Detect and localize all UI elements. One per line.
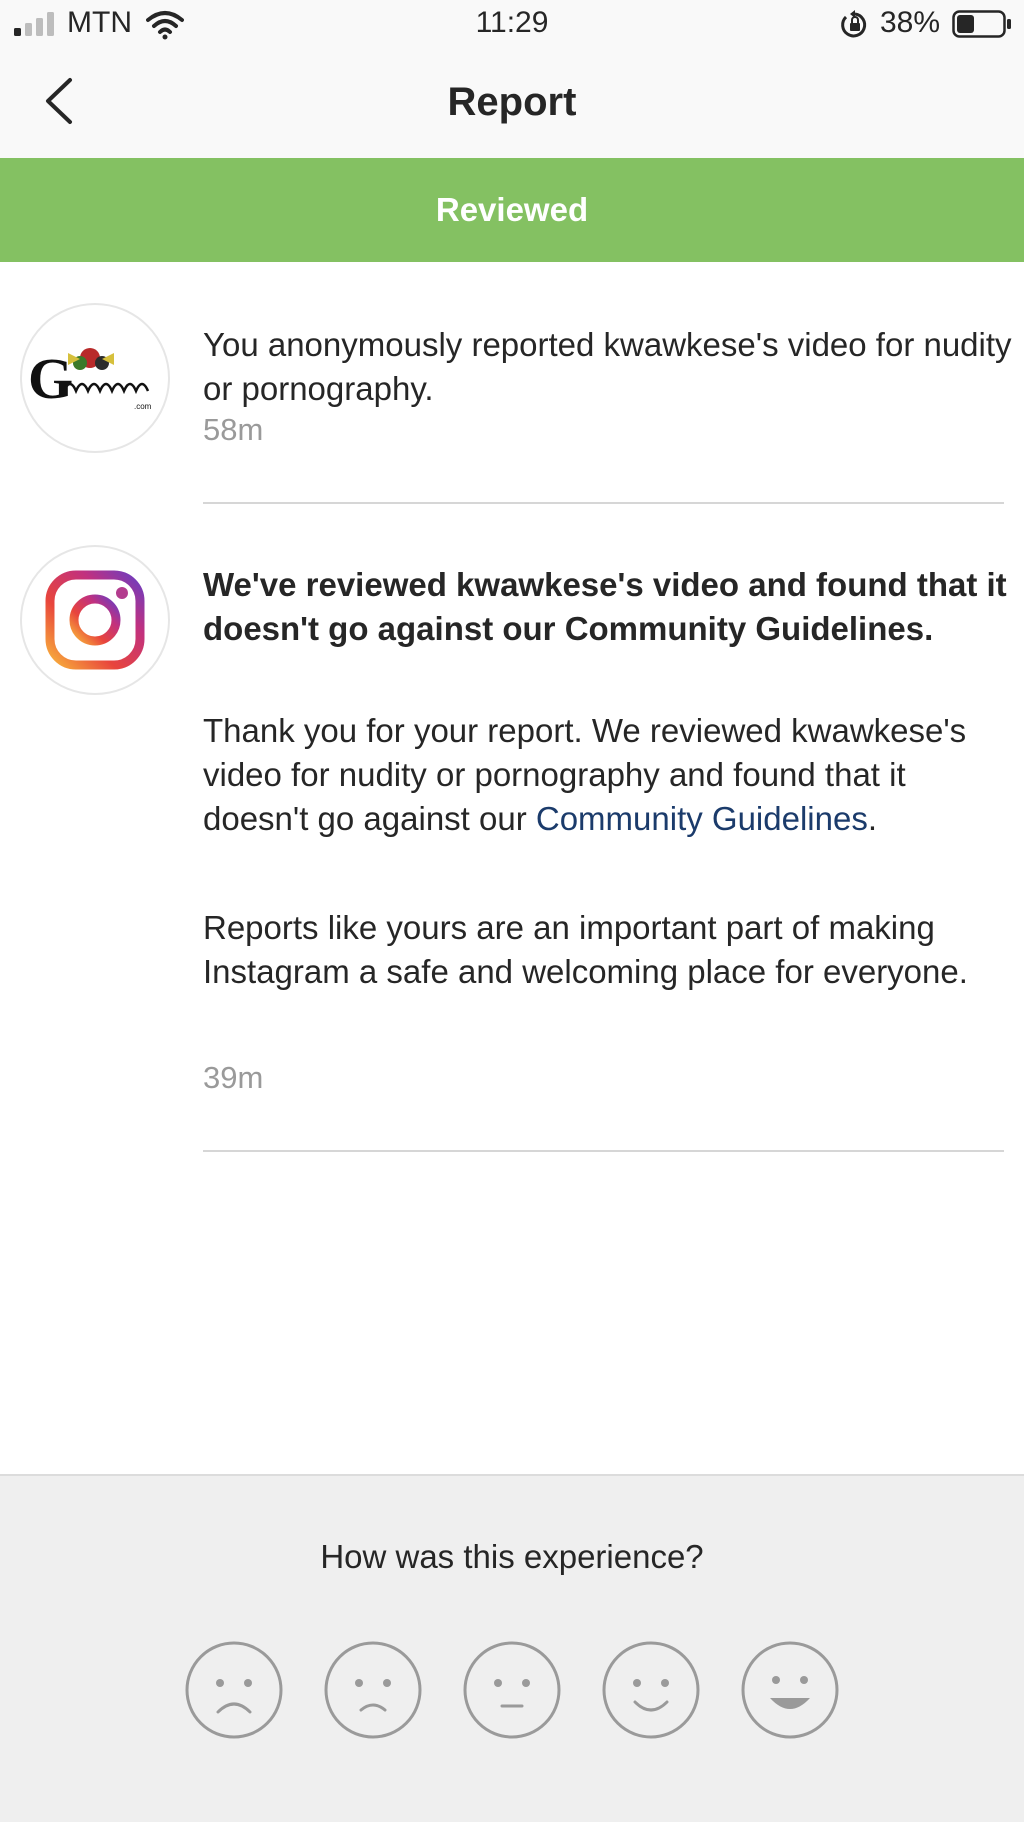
instagram-logo [45,570,145,670]
feedback-question: How was this experience? [320,1538,704,1575]
report-message: You anonymously reported kwawkese's vide… [203,326,1012,407]
status-bar: MTN 11:29 38% [0,0,1024,50]
orientation-lock-icon [841,10,867,38]
svg-text:.com: .com [134,402,152,411]
happy-face-icon[interactable] [740,1640,840,1740]
page-title: Report [447,80,577,124]
guawafuo-logo: G .com [28,346,152,411]
body-period: . [867,800,878,837]
smile-face-icon[interactable] [601,1640,701,1740]
very-sad-face-icon[interactable] [184,1640,284,1740]
divider [203,1150,1004,1152]
thanks-message: Reports like yours are an important part… [203,909,968,990]
instagram-logo-avatar [20,545,170,695]
neutral-face-icon[interactable] [462,1640,562,1740]
battery-percentage: 38% [880,6,941,39]
reviewed-banner: Reviewed [0,158,1024,262]
timestamp: 39m [203,1060,264,1095]
nav-header: Report [0,50,1024,158]
feedback-footer: How was this experience? [0,1474,1024,1822]
guawafuo-logo-avatar: G .com [20,303,170,453]
review-result-title: We've reviewed kwawkese's video and foun… [203,566,1007,647]
sad-face-icon[interactable] [323,1640,423,1740]
review-result-body: Thank you for your report. We reviewed k… [203,709,1013,841]
timestamp: 58m [203,412,264,447]
battery-icon [952,10,1011,38]
svg-text:G: G [28,346,73,411]
divider [203,502,1004,504]
community-guidelines-link[interactable]: Community Guidelines [536,800,868,837]
clock: 11:29 [475,6,549,39]
